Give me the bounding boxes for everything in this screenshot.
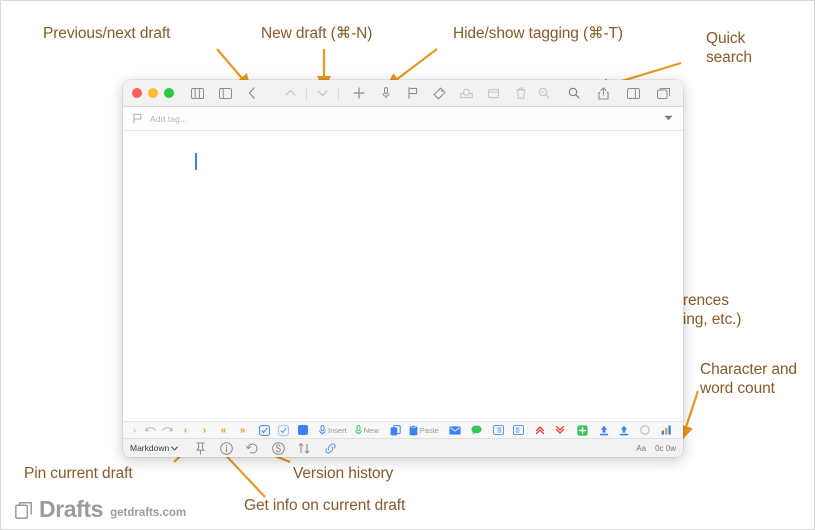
annotation-quick-search: Quick search [706,30,752,66]
arrow-double-right-icon[interactable]: » [235,423,250,437]
sidebar-right-icon[interactable] [215,83,236,104]
pin-icon[interactable] [191,441,210,456]
status-bar: Markdown Aa 0c 0w [123,438,683,457]
drafts-logo-icon [15,502,32,519]
new-button[interactable]: New [354,423,380,437]
annotation-get-info: Get info on current draft [244,497,406,514]
tag-icon[interactable] [429,83,450,104]
arrow-right-icon[interactable]: › [197,423,212,437]
chevron-down-icon [171,446,179,451]
maximize-window-button[interactable] [164,88,174,98]
clipboard-blue-icon[interactable] [295,423,310,437]
quick-search-icon[interactable] [563,83,584,104]
flag-icon[interactable] [402,83,423,104]
archive-icon[interactable] [456,83,477,104]
tag-bar[interactable]: Add tag... [123,107,683,131]
arrow-left-icon[interactable]: ‹ [178,423,193,437]
toolbar-divider-1 [306,86,307,100]
paste-button-label: Paste [419,425,439,435]
syntax-selector-label: Markdown [130,443,170,453]
brand-footer: Drafts getdrafts.com [15,498,186,521]
tagbar-flag-icon[interactable] [133,113,142,124]
window-icon[interactable] [653,83,674,104]
arrange-link-icon[interactable] [295,441,314,456]
back-chevron-icon[interactable] [241,83,262,104]
chevron-up-icon[interactable] [280,83,301,104]
brand-name: Drafts [39,496,104,522]
annotation-previous-next-draft: Previous/next draft [43,25,171,42]
action-log-icon[interactable] [269,441,288,456]
plus-icon[interactable] [348,83,369,104]
add-green-icon[interactable] [575,423,590,437]
close-window-button[interactable] [132,88,142,98]
annotation-hide-show-tagging: Hide/show tagging (⌘-T) [453,25,623,42]
mail-icon[interactable] [448,423,463,437]
arrow-double-left-icon[interactable]: « [216,423,231,437]
inbox-icon[interactable] [483,83,504,104]
minimize-window-button[interactable] [148,88,158,98]
new-button-label: New [363,425,379,435]
window-titlebar [123,80,683,107]
copy-icon[interactable] [388,423,403,437]
circle-icon[interactable] [638,423,653,437]
indent-right-icon[interactable]: › [127,423,142,437]
upload-icon[interactable] [597,423,612,437]
syntax-selector[interactable]: Markdown [130,443,179,453]
redo-icon[interactable] [159,423,174,437]
character-word-count: 0c 0w [655,443,676,453]
drafts-app-window: Add tag... › ‹ › « » Insert New Paste Ma… [123,80,683,457]
draft-editor-area[interactable] [123,131,683,421]
download-icon[interactable] [617,423,632,437]
share-icon[interactable] [593,83,614,104]
chevron-down-icon[interactable] [312,83,333,104]
extended-keyboard-row: › ‹ › « » Insert New Paste [123,421,683,438]
insert-button[interactable]: Insert [318,423,348,437]
collapse-up-icon[interactable] [533,423,548,437]
paste-button[interactable]: Paste [408,423,440,437]
status-bar-right: Aa 0c 0w [636,444,676,453]
undo-icon[interactable] [143,423,158,437]
version-history-icon[interactable] [243,441,262,456]
trash-icon[interactable] [510,83,531,104]
indent-decrease-icon[interactable] [511,423,526,437]
brand-url: getdrafts.com [110,507,187,519]
checkbox-checked-icon[interactable] [276,423,291,437]
annotation-new-draft: New draft (⌘-N) [261,25,373,42]
chart-icon[interactable] [659,423,674,437]
insert-button-label: Insert [328,425,347,435]
indent-increase-icon[interactable] [491,423,506,437]
checkbox-unchecked-icon[interactable] [257,423,272,437]
caret-down-icon[interactable] [664,114,673,123]
add-tag-input[interactable]: Add tag... [150,114,187,124]
microphone-icon[interactable] [375,83,396,104]
sidebar-left-icon[interactable] [187,83,208,104]
panel-icon[interactable] [623,83,644,104]
editor-preferences-button[interactable]: Aa [636,444,646,453]
traffic-lights [132,88,174,98]
text-cursor [195,153,197,170]
annotation-character-word-count: Character and word count [700,361,797,397]
toolbar-divider-2 [338,86,339,100]
clipboard-blue-swatch [297,425,308,435]
link-icon[interactable] [321,441,340,456]
screenshot-root: Previous/next draft New draft (⌘-N) Hide… [0,0,815,530]
message-icon[interactable] [469,423,484,437]
annotation-pin-current-draft: Pin current draft [24,465,133,482]
expand-down-icon[interactable] [553,423,568,437]
annotation-version-history: Version history [293,465,394,482]
info-icon[interactable] [217,441,236,456]
search-in-draft-icon[interactable] [533,83,554,104]
